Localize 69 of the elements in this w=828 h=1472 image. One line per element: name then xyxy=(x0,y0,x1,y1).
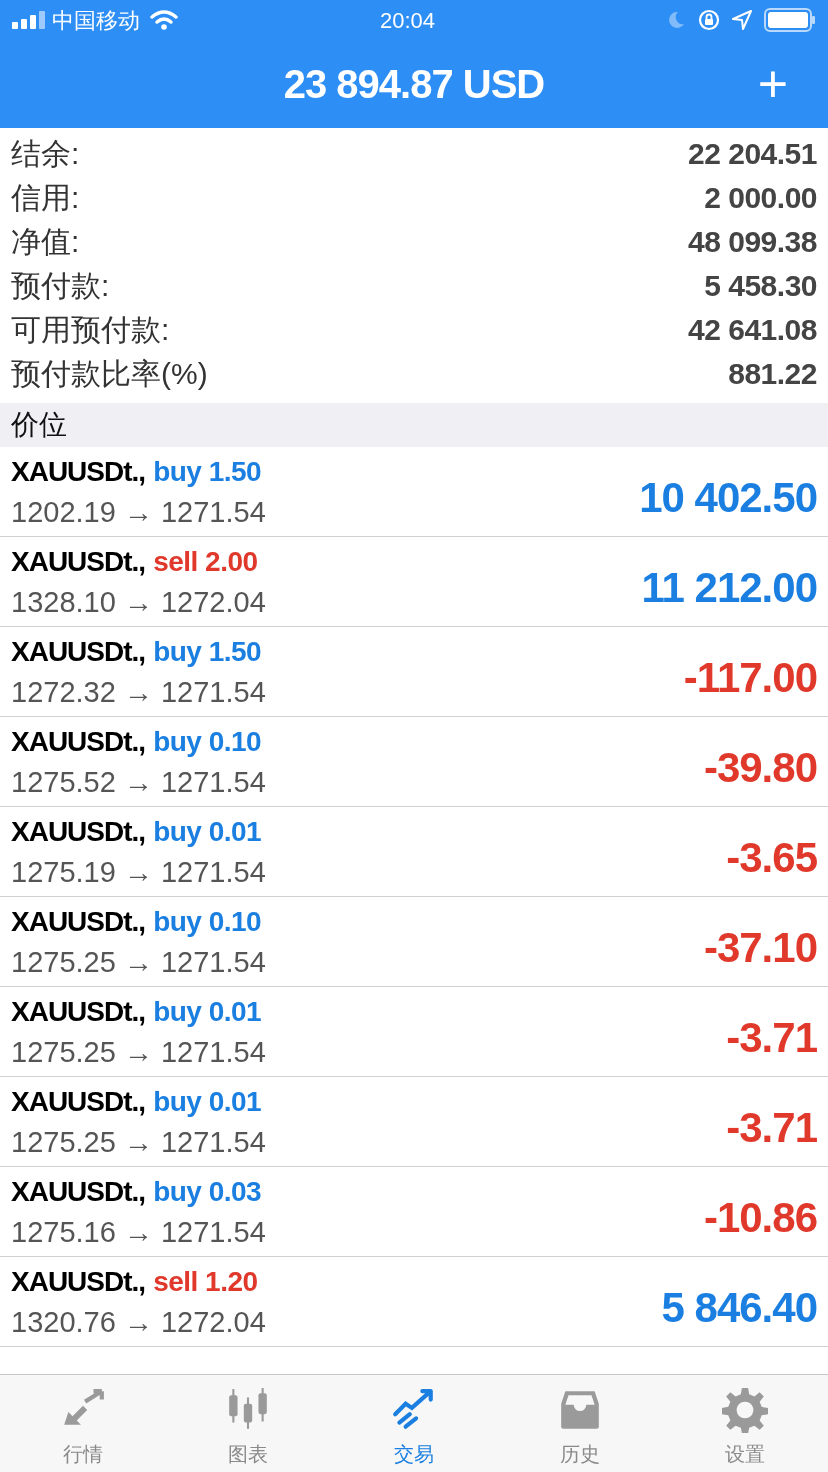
order-side: buy 0.10 xyxy=(153,904,262,939)
battery-icon xyxy=(764,8,816,32)
add-button[interactable]: + xyxy=(757,58,788,110)
profit-value: -37.10 xyxy=(703,923,817,973)
summary-label: 可用预付款: xyxy=(11,311,170,348)
order-side: sell 2.00 xyxy=(153,544,258,579)
price-change: 1320.76 → 1272.04 xyxy=(11,1304,266,1340)
order-side: buy 0.01 xyxy=(153,814,262,849)
price-change: 1328.10 → 1272.04 xyxy=(11,584,266,620)
clock-time: 20:04 xyxy=(380,6,436,35)
summary-label: 预付款: xyxy=(11,267,110,304)
price-change: 1275.52 → 1271.54 xyxy=(11,764,266,800)
profit-value: -10.86 xyxy=(703,1193,817,1243)
tab[interactable]: 交易 xyxy=(331,1375,497,1472)
summary-label: 结余: xyxy=(11,135,80,172)
symbol-name: XAUUSDt., xyxy=(11,1264,146,1299)
order-side: buy 1.50 xyxy=(153,634,262,669)
symbol-name: XAUUSDt., xyxy=(11,814,146,849)
tab[interactable]: 行情 xyxy=(0,1375,166,1472)
price-change: 1275.19 → 1271.54 xyxy=(11,854,266,890)
profit-value: -3.65 xyxy=(726,833,817,883)
symbol-name: XAUUSDt., xyxy=(11,904,146,939)
symbol-name: XAUUSDt., xyxy=(11,544,146,579)
profit-value: -3.71 xyxy=(726,1103,817,1153)
summary-label: 净值: xyxy=(11,223,80,260)
profit-value: -39.80 xyxy=(703,743,817,793)
symbol-name: XAUUSDt., xyxy=(11,1174,146,1209)
order-side: buy 1.50 xyxy=(153,454,262,489)
symbol-name: XAUUSDt., xyxy=(11,1084,146,1119)
price-change: 1272.32 → 1271.54 xyxy=(11,674,266,710)
signal-icon xyxy=(12,11,46,29)
symbol-name: XAUUSDt., xyxy=(11,634,146,669)
price-change: 1275.16 → 1271.54 xyxy=(11,1214,266,1250)
price-change: 1275.25 → 1271.54 xyxy=(11,944,266,980)
order-side: buy 0.10 xyxy=(153,724,262,759)
symbol-name: XAUUSDt., xyxy=(11,994,146,1029)
summary-value: 48 099.38 xyxy=(688,223,817,260)
profit-value: 11 212.00 xyxy=(641,563,817,613)
location-arrow-icon xyxy=(732,10,752,30)
symbol-name: XAUUSDt., xyxy=(11,454,146,489)
wifi-icon xyxy=(150,10,178,30)
tab[interactable]: 设置 xyxy=(662,1375,828,1472)
summary-value: 2 000.00 xyxy=(704,179,817,216)
symbol-name: XAUUSDt., xyxy=(11,724,146,759)
summary-value: 42 641.08 xyxy=(688,311,817,348)
section-header: 价位 xyxy=(11,408,67,442)
profit-value: 10 402.50 xyxy=(639,473,817,523)
order-side: buy 0.01 xyxy=(153,1084,262,1119)
summary-label: 预付款比率(%) xyxy=(11,355,208,392)
settings-icon xyxy=(722,1387,769,1433)
account-balance-title: 23 894.87 USD xyxy=(283,61,545,108)
summary-label: 信用: xyxy=(11,179,80,216)
summary-value: 5 458.30 xyxy=(704,267,817,304)
summary-value: 22 204.51 xyxy=(688,135,817,172)
profit-value: -117.00 xyxy=(683,653,817,703)
moon-icon xyxy=(666,10,686,30)
carrier-name: 中国移动 xyxy=(52,6,140,35)
rotation-lock-icon xyxy=(698,9,720,31)
profit-value: -3.71 xyxy=(726,1013,817,1063)
price-change: 1202.19 → 1271.54 xyxy=(11,494,266,530)
order-side: buy 0.03 xyxy=(153,1174,262,1209)
price-change: 1275.25 → 1271.54 xyxy=(11,1034,266,1070)
summary-value: 881.22 xyxy=(728,355,817,392)
tab[interactable]: 历史 xyxy=(496,1375,663,1472)
tab[interactable]: 图表 xyxy=(165,1375,332,1472)
profit-value: 5 846.40 xyxy=(661,1283,817,1333)
order-side: buy 0.01 xyxy=(153,994,262,1029)
order-side: sell 1.20 xyxy=(153,1264,258,1299)
price-change: 1275.25 → 1271.54 xyxy=(11,1124,266,1160)
